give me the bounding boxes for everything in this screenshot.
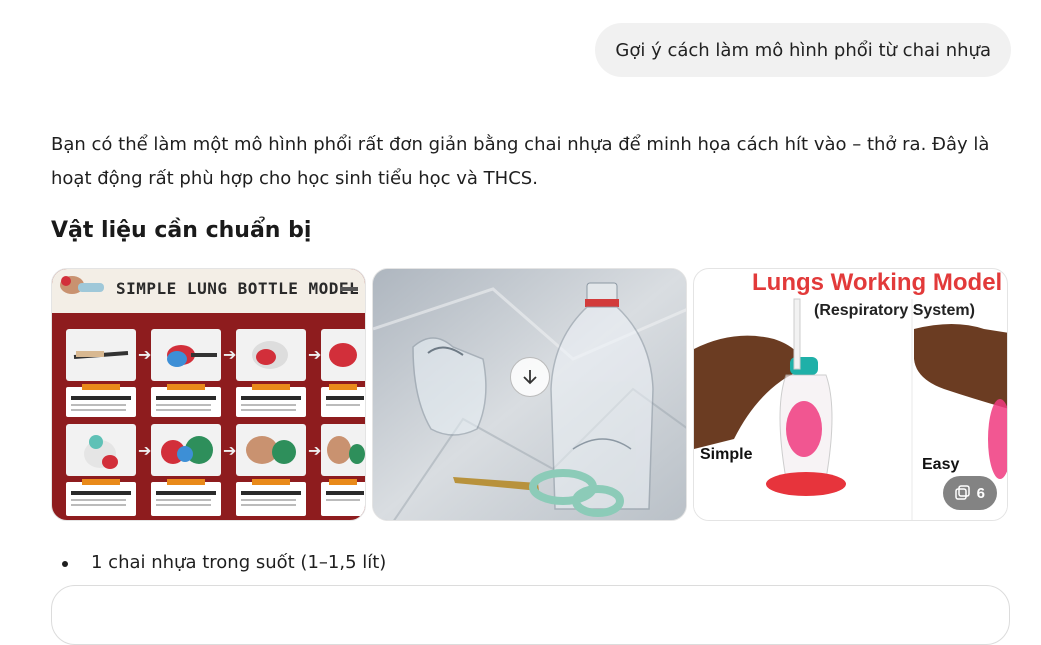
step-photo-8 — [321, 424, 365, 476]
step-photo-2 — [151, 329, 221, 381]
step-caption-card — [66, 384, 136, 417]
lungs-model-subtitle: (Respiratory System) — [814, 302, 975, 319]
step-caption-card — [321, 479, 365, 516]
gallery-image-cut-bottle-photo[interactable] — [372, 268, 687, 521]
gallery-image-lung-bottle-poster[interactable]: SIMPLE LUNG BOTTLE MODEL ➔ ➔ ➔ ➔ ➔ ➔ — [51, 268, 366, 521]
step-photo-1 — [66, 329, 136, 381]
image-gallery: SIMPLE LUNG BOTTLE MODEL ➔ ➔ ➔ ➔ ➔ ➔ Lun… — [51, 268, 1010, 521]
poster-title: SIMPLE LUNG BOTTLE MODEL — [116, 279, 360, 298]
arrow-right-icon: ➔ — [223, 441, 237, 460]
user-message-bubble: Gợi ý cách làm mô hình phổi từ chai nhựa — [595, 23, 1011, 77]
lungs-model-label-easy: Easy — [922, 456, 960, 473]
materials-list: 1 chai nhựa trong suốt (1–1,5 lít) — [51, 548, 386, 578]
step-caption-card — [151, 479, 221, 516]
download-arrow-icon — [523, 370, 537, 385]
arrow-right-icon: ➔ — [138, 345, 152, 364]
arrow-right-icon: ➔ — [138, 441, 152, 460]
step-photo-3 — [236, 329, 306, 381]
arrow-right-icon: ➔ — [308, 441, 322, 460]
response-intro: Bạn có thể làm một mô hình phổi rất đơn … — [51, 134, 990, 189]
step-caption-card — [151, 384, 221, 417]
section-heading-materials: Vật liệu cần chuẩn bị — [51, 218, 312, 243]
step-photo-7 — [236, 424, 306, 476]
step-caption-card — [66, 479, 136, 516]
step-caption-card — [236, 479, 306, 516]
hand-with-bottle-illustration — [60, 276, 104, 294]
arrow-right-icon: ➔ — [308, 345, 322, 364]
more-images-badge[interactable]: 6 — [942, 476, 997, 510]
message-composer[interactable] — [51, 585, 1010, 645]
step-caption-card — [321, 384, 365, 417]
arrow-right-icon: ➔ — [223, 345, 237, 364]
lungs-model-label-simple: Simple — [700, 446, 753, 463]
pen-icon — [340, 287, 358, 291]
step-photo-5 — [66, 424, 136, 476]
user-message-text: Gợi ý cách làm mô hình phổi từ chai nhựa — [615, 39, 991, 61]
step-photo-4 — [321, 329, 365, 381]
lungs-model-title: Lungs Working Model — [752, 269, 1003, 296]
list-item-text: 1 chai nhựa trong suốt (1–1,5 lít) — [91, 552, 387, 573]
more-images-count: 6 — [976, 484, 985, 502]
gallery-image-lungs-working-model[interactable]: Lungs Working Model (Respiratory System)… — [693, 268, 1008, 521]
step-caption-card — [236, 384, 306, 417]
download-button[interactable] — [510, 357, 550, 397]
image-stack-icon — [954, 485, 970, 500]
bullet-icon — [62, 561, 68, 567]
list-item: 1 chai nhựa trong suốt (1–1,5 lít) — [51, 548, 386, 578]
step-photo-6 — [151, 424, 221, 476]
